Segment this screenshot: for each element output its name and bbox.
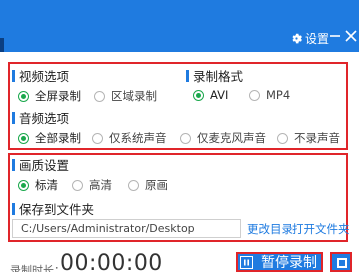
section-marker xyxy=(12,202,15,215)
radio-label: 标清 xyxy=(35,178,58,192)
gear-icon xyxy=(292,33,302,44)
quality-label: 画质设置 xyxy=(19,158,70,173)
radio-label: 全屏录制 xyxy=(35,89,81,103)
close-icon[interactable] xyxy=(344,29,358,43)
radio-avi[interactable]: AVI xyxy=(193,88,228,102)
radio-dot xyxy=(18,132,29,144)
radio-label: 区域录制 xyxy=(111,89,157,103)
save-folder-title: 保存到文件夹 xyxy=(12,199,94,218)
minimize-icon[interactable] xyxy=(328,29,342,43)
stop-icon xyxy=(337,258,347,268)
radio-audio-all[interactable]: 全部录制 xyxy=(18,130,81,146)
title-bar: 设置 xyxy=(0,0,359,52)
radio-dot xyxy=(128,179,139,191)
radio-label: 原画 xyxy=(145,178,168,192)
stop-record-button[interactable] xyxy=(330,252,352,272)
record-timer: 00:00:00 xyxy=(60,251,163,272)
radio-quality-original[interactable]: 原画 xyxy=(128,177,168,193)
radio-label: 不录声音 xyxy=(294,131,340,145)
radio-region[interactable]: 区域录制 xyxy=(94,88,157,104)
audio-options-title: 音频选项 xyxy=(12,108,69,127)
radio-dot xyxy=(18,90,29,102)
section-marker xyxy=(12,158,15,171)
radio-audio-none[interactable]: 不录声音 xyxy=(277,130,340,146)
audio-options-label: 音频选项 xyxy=(19,111,70,126)
save-folder-label: 保存到文件夹 xyxy=(19,202,95,217)
settings-button[interactable]: 设置 xyxy=(291,30,329,47)
radio-label: 仅麦克风声音 xyxy=(197,131,266,145)
pause-icon xyxy=(240,255,253,269)
radio-dot xyxy=(193,89,204,101)
radio-dot xyxy=(92,132,103,144)
window-edge xyxy=(0,38,4,52)
radio-dot xyxy=(94,90,105,102)
quality-title: 画质设置 xyxy=(12,155,69,174)
radio-audio-mic[interactable]: 仅麦克风声音 xyxy=(180,130,266,146)
settings-label: 设置 xyxy=(305,32,330,46)
pause-record-button[interactable]: 暂停录制 xyxy=(236,252,323,272)
video-options-title: 视频选项 xyxy=(12,66,69,85)
radio-fullscreen[interactable]: 全屏录制 xyxy=(18,88,81,104)
radio-dot xyxy=(180,132,191,144)
section-marker xyxy=(12,111,15,124)
radio-label: MP4 xyxy=(266,88,291,102)
radio-dot xyxy=(72,179,83,191)
save-path-value: C:/Users/Administrator/Desktop xyxy=(21,222,195,235)
section-marker xyxy=(186,69,189,82)
radio-dot xyxy=(249,89,260,101)
radio-label: AVI xyxy=(210,88,229,102)
video-options-label: 视频选项 xyxy=(19,69,70,84)
radio-mp4[interactable]: MP4 xyxy=(249,88,290,102)
record-format-title: 录制格式 xyxy=(186,66,243,85)
save-path-field[interactable]: C:/Users/Administrator/Desktop xyxy=(12,219,241,238)
change-dir-link[interactable]: 更改目录 xyxy=(247,221,293,237)
radio-label: 仅系统声音 xyxy=(109,131,167,145)
radio-dot xyxy=(277,132,288,144)
radio-label: 高清 xyxy=(89,178,112,192)
radio-dot xyxy=(18,179,29,191)
pause-record-label: 暂停录制 xyxy=(261,255,317,271)
open-folder-link[interactable]: 打开文件夹 xyxy=(292,221,350,237)
radio-quality-sd[interactable]: 标清 xyxy=(18,177,58,193)
record-time-label: 录制时长： xyxy=(10,264,65,272)
record-format-label: 录制格式 xyxy=(193,69,244,84)
radio-audio-system[interactable]: 仅系统声音 xyxy=(92,130,167,146)
section-marker xyxy=(12,69,15,82)
radio-label: 全部录制 xyxy=(35,131,81,145)
radio-quality-hd[interactable]: 高清 xyxy=(72,177,112,193)
